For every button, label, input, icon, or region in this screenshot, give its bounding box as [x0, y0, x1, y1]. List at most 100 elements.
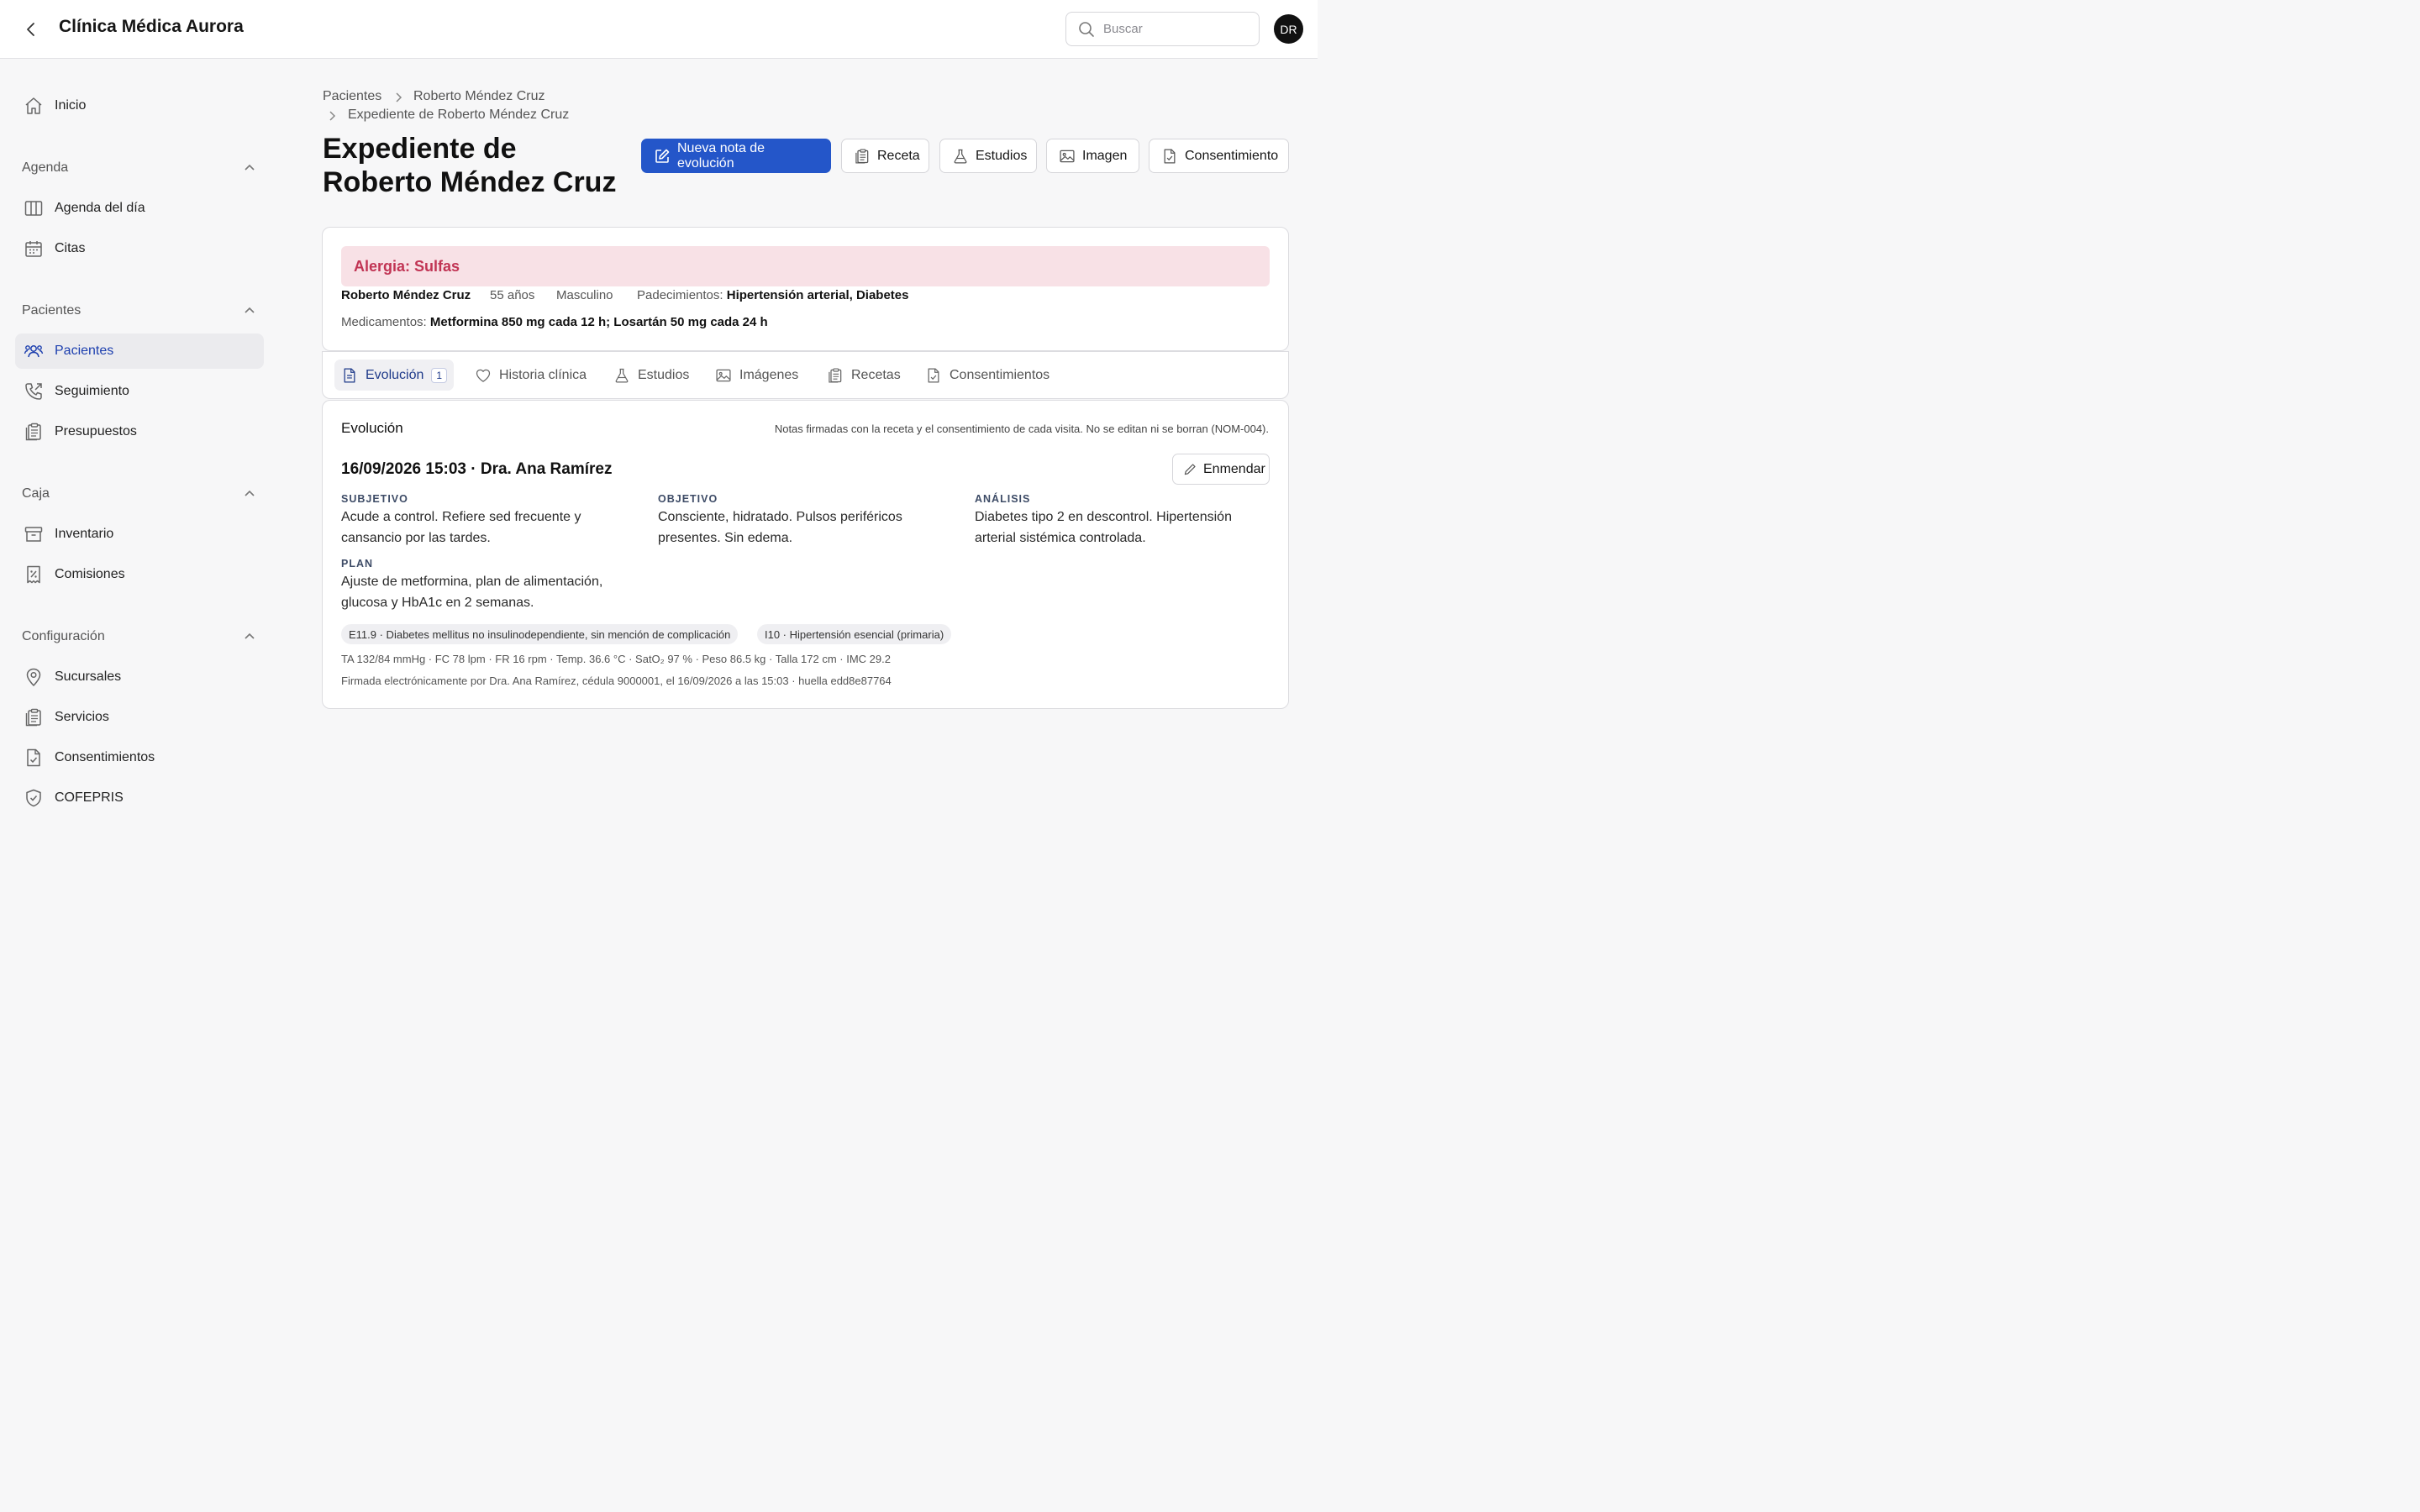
sidebar-item-label: Citas: [55, 241, 86, 255]
edit-icon: [654, 148, 671, 165]
vitals: TA 132/84 mmHg · FC 78 lpm · FR 16 rpm ·…: [341, 653, 891, 665]
columns-icon: [23, 197, 45, 219]
prescription-button[interactable]: Receta: [841, 139, 929, 173]
sidebar-item-label: Servicios: [55, 710, 109, 724]
diagnosis-chip: I10 · Hipertensión esencial (primaria): [757, 624, 952, 644]
image-button[interactable]: Imagen: [1046, 139, 1139, 173]
sidebar-item-label: Presupuestos: [55, 424, 137, 438]
clipboard-icon: [23, 421, 45, 443]
section-label: Agenda: [22, 160, 69, 175]
objective-label: OBJETIVO: [658, 493, 718, 505]
tab-label: Estudios: [638, 367, 690, 382]
tab-recetas[interactable]: Recetas: [820, 360, 908, 391]
image-icon: [715, 367, 732, 384]
analysis-text: Diabetes tipo 2 en descontrol. Hipertens…: [975, 510, 1232, 545]
users-icon: [23, 340, 45, 362]
heart-icon: [475, 367, 492, 384]
diagnosis-chip: E11.9 · Diabetes mellitus no insulinodep…: [341, 624, 739, 644]
file-check-icon: [23, 747, 45, 769]
button-label: Receta: [877, 148, 920, 163]
sidebar-item-inventario[interactable]: Inventario: [15, 517, 264, 552]
subjective-label: SUBJETIVO: [341, 493, 408, 505]
amend-button[interactable]: Enmendar: [1172, 454, 1270, 485]
pencil-icon: [1183, 463, 1197, 476]
tab-historia-clinica[interactable]: Historia clínica: [468, 360, 593, 391]
chevron-right-icon: [329, 111, 336, 121]
sidebar-item-cofepris[interactable]: COFEPRIS: [15, 780, 264, 816]
sidebar-item-citas[interactable]: Citas: [15, 231, 264, 266]
breadcrumb-patient[interactable]: Roberto Méndez Cruz: [413, 89, 545, 104]
tab-label: Evolución: [366, 367, 424, 382]
tab-estudios[interactable]: Estudios: [607, 360, 696, 391]
sidebar-item-consentimientos[interactable]: Consentimientos: [15, 740, 264, 775]
medications-label: Medicamentos:: [341, 315, 427, 329]
map-pin-icon: [23, 666, 45, 688]
sidebar-item-sucursales[interactable]: Sucursales: [15, 659, 264, 695]
note-header: 16/09/2026 15:03 · Dra. Ana Ramírez: [341, 460, 613, 478]
tab-count-badge: 1: [431, 367, 448, 383]
consent-button[interactable]: Consentimiento: [1149, 139, 1289, 173]
back-button[interactable]: [20, 18, 42, 40]
medications-value: Metformina 850 mg cada 12 h; Losartán 50…: [429, 315, 768, 329]
clipboard-list-icon: [23, 706, 45, 728]
subjective-text: Acude a control. Refiere sed frecuente y…: [341, 510, 581, 545]
button-label: Estudios: [976, 148, 1028, 163]
chevron-up-icon: [245, 164, 255, 171]
sidebar-item-label: COFEPRIS: [55, 790, 124, 805]
app-title: Clínica Médica Aurora: [59, 17, 244, 36]
search-icon: [1079, 21, 1094, 37]
sidebar-item-seguimiento[interactable]: Seguimiento: [15, 374, 264, 409]
phone-outgoing-icon: [23, 381, 45, 402]
evolution-notice: Notas firmadas con la receta y el consen…: [774, 423, 1269, 435]
sidebar-item-label: Sucursales: [55, 669, 122, 684]
file-check-icon: [925, 367, 942, 384]
flask-icon: [613, 367, 630, 384]
archive-icon: [23, 523, 45, 545]
search-box[interactable]: [1065, 12, 1260, 46]
clipboard-icon: [854, 148, 871, 165]
chevron-up-icon: [245, 490, 255, 496]
tab-label: Consentimientos: [950, 367, 1050, 382]
breadcrumb-current: Expediente de Roberto Méndez Cruz: [348, 108, 570, 122]
section-label: Caja: [22, 486, 50, 501]
sidebar-item-presupuestos[interactable]: Presupuestos: [15, 414, 264, 449]
chevron-right-icon: [396, 92, 402, 102]
section-agenda[interactable]: Agenda: [22, 158, 255, 178]
button-label: Imagen: [1082, 148, 1128, 163]
plan-label: PLAN: [341, 558, 374, 570]
analysis-label: ANÁLISIS: [975, 493, 1031, 505]
tab-label: Historia clínica: [499, 367, 587, 382]
tab-imagenes[interactable]: Imágenes: [708, 360, 805, 391]
breadcrumb-pacientes[interactable]: Pacientes: [323, 89, 381, 104]
patient-name: Roberto Méndez Cruz: [341, 288, 471, 302]
search-input[interactable]: [1103, 22, 1246, 36]
file-check-icon: [1161, 148, 1178, 165]
flask-icon: [952, 148, 969, 165]
tab-label: Recetas: [851, 367, 901, 382]
calendar-icon: [23, 238, 45, 260]
sidebar-item-agenda-del-dia[interactable]: Agenda del día: [15, 191, 264, 226]
section-configuracion[interactable]: Configuración: [22, 627, 255, 647]
section-caja[interactable]: Caja: [22, 484, 255, 504]
patient-age: 55 años: [490, 288, 535, 302]
sidebar-item-pacientes[interactable]: Pacientes: [15, 333, 264, 369]
chevron-up-icon: [245, 633, 255, 639]
sidebar-item-label: Inicio: [55, 98, 87, 113]
tab-consentimientos[interactable]: Consentimientos: [918, 360, 1056, 391]
sidebar-item-inicio[interactable]: Inicio: [15, 88, 264, 123]
patient-conditions: Padecimientos: Hipertensión arterial, Di…: [637, 288, 908, 302]
tab-evolucion[interactable]: Evolución 1: [334, 360, 455, 391]
patient-sex: Masculino: [556, 288, 613, 302]
chevron-left-icon: [27, 23, 34, 36]
sidebar-item-comisiones[interactable]: Comisiones: [15, 557, 264, 592]
section-pacientes[interactable]: Pacientes: [22, 301, 255, 321]
studies-button[interactable]: Estudios: [939, 139, 1037, 173]
conditions-value: Hipertensión arterial, Diabetes: [726, 288, 909, 302]
avatar[interactable]: DR: [1274, 14, 1303, 44]
tab-bar: [322, 351, 1289, 399]
plan-text: Ajuste de metformina, plan de alimentaci…: [341, 575, 603, 610]
sidebar-item-servicios[interactable]: Servicios: [15, 700, 264, 735]
tab-label: Imágenes: [739, 367, 799, 382]
new-note-button[interactable]: Nueva nota de evolución: [641, 139, 831, 173]
section-label: Configuración: [22, 629, 105, 643]
